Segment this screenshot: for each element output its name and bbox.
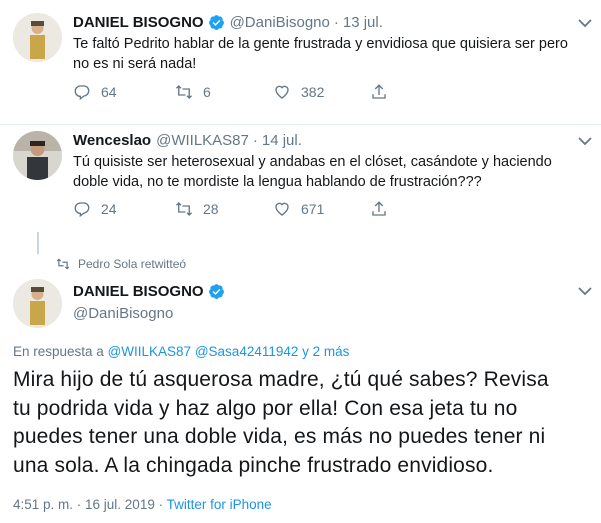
tweet-text-line: Mira hijo de tú asquerosa madre, ¿tú qué… bbox=[13, 368, 549, 391]
author-name[interactable]: DANIEL BISOGNO bbox=[73, 14, 204, 31]
tweet-1[interactable]: DANIEL BISOGNO @DaniBisogno · 13 jul. Te… bbox=[0, 0, 601, 125]
tweet-text-line: una sola. A la chingada pinche frustrado… bbox=[13, 453, 494, 477]
like-count: 382 bbox=[301, 84, 325, 100]
share-icon bbox=[372, 84, 386, 99]
avatar[interactable] bbox=[13, 13, 62, 62]
author-handle[interactable]: @WIILKAS87 bbox=[156, 132, 249, 149]
author-name[interactable]: Wenceslao bbox=[73, 132, 151, 149]
reply-more-link[interactable]: y 2 más bbox=[302, 344, 349, 359]
retweet-button[interactable]: 28 bbox=[175, 200, 273, 218]
reply-icon bbox=[74, 202, 90, 218]
tweet-source-link[interactable]: Twitter for iPhone bbox=[167, 497, 272, 512]
tweet-time[interactable]: 13 jul. bbox=[343, 14, 383, 31]
verified-badge-icon bbox=[208, 284, 224, 299]
chevron-down-icon[interactable] bbox=[578, 18, 592, 28]
thread-connector bbox=[37, 232, 39, 254]
retweet-count: 28 bbox=[203, 201, 219, 217]
chevron-down-icon[interactable] bbox=[578, 136, 592, 146]
reply-context: En respuesta a @WIILKAS87 @Sasa42411942 … bbox=[13, 344, 349, 359]
tweet-actions: 64 6 382 bbox=[73, 83, 388, 101]
verified-badge-icon bbox=[208, 15, 224, 30]
reply-icon bbox=[74, 85, 90, 101]
avatar[interactable] bbox=[13, 131, 62, 180]
tweet-text-line: no es ni será nada! bbox=[73, 56, 197, 72]
separator-dot: · bbox=[333, 14, 339, 31]
tweet-text-line: Te faltó Pedrito hablar de la gente frus… bbox=[73, 36, 568, 52]
retweeted-by[interactable]: Pedro Sola retwitteó bbox=[56, 257, 186, 271]
like-icon bbox=[275, 202, 289, 216]
like-count: 671 bbox=[301, 201, 325, 217]
like-button[interactable]: 382 bbox=[273, 83, 370, 101]
tweet-text: Tú quisiste ser heterosexual y andabas e… bbox=[73, 152, 593, 192]
reply-count: 64 bbox=[101, 84, 117, 100]
share-button[interactable] bbox=[370, 83, 388, 101]
tweet-actions: 24 28 671 bbox=[73, 200, 388, 218]
tweet-meta: 4:51 p. m. · 16 jul. 2019 · Twitter for … bbox=[13, 497, 272, 512]
tweet-2[interactable]: Wenceslao @WIILKAS87 · 14 jul. Tú quisis… bbox=[0, 125, 601, 248]
author-handle[interactable]: @DaniBisogno bbox=[73, 305, 173, 322]
reply-user-link[interactable]: @WIILKAS87 bbox=[108, 344, 192, 359]
tweet-text-line: doble vida, no te mordiste la lengua hab… bbox=[73, 174, 482, 190]
share-icon bbox=[372, 201, 386, 216]
tweet-time[interactable]: 14 jul. bbox=[262, 132, 302, 149]
author-name[interactable]: DANIEL BISOGNO bbox=[73, 283, 204, 300]
retweeted-by-label: Pedro Sola retwitteó bbox=[78, 257, 187, 271]
avatar[interactable] bbox=[13, 279, 62, 328]
retweet-icon bbox=[56, 258, 70, 270]
author-handle[interactable]: @DaniBisogno bbox=[230, 14, 330, 31]
retweet-count: 6 bbox=[203, 84, 211, 100]
retweet-icon bbox=[176, 202, 192, 216]
main-tweet-text: Mira hijo de tú asquerosa madre, ¿tú qué… bbox=[13, 366, 593, 480]
reply-prefix: En respuesta a bbox=[13, 344, 104, 359]
tweet-timestamp[interactable]: 4:51 p. m. · 16 jul. 2019 · bbox=[13, 497, 163, 512]
reply-button[interactable]: 24 bbox=[73, 200, 175, 218]
reply-button[interactable]: 64 bbox=[73, 83, 175, 101]
tweet-text: Te faltó Pedrito hablar de la gente frus… bbox=[73, 34, 593, 74]
tweet-text-line: tu podrida vida y haz algo por ella! Con… bbox=[13, 396, 518, 420]
like-button[interactable]: 671 bbox=[273, 200, 370, 218]
separator-dot: · bbox=[252, 132, 258, 149]
reply-user-link[interactable]: @Sasa42411942 bbox=[195, 344, 299, 359]
tweet-text-line: puedes tener una doble vida, es más no p… bbox=[13, 425, 546, 448]
chevron-down-icon[interactable] bbox=[578, 286, 592, 296]
retweet-icon bbox=[176, 85, 192, 99]
like-icon bbox=[275, 85, 289, 99]
share-button[interactable] bbox=[370, 200, 388, 218]
tweet-text-line: Tú quisiste ser heterosexual y andabas e… bbox=[73, 154, 552, 170]
reply-count: 24 bbox=[101, 201, 117, 217]
retweet-button[interactable]: 6 bbox=[175, 83, 273, 101]
